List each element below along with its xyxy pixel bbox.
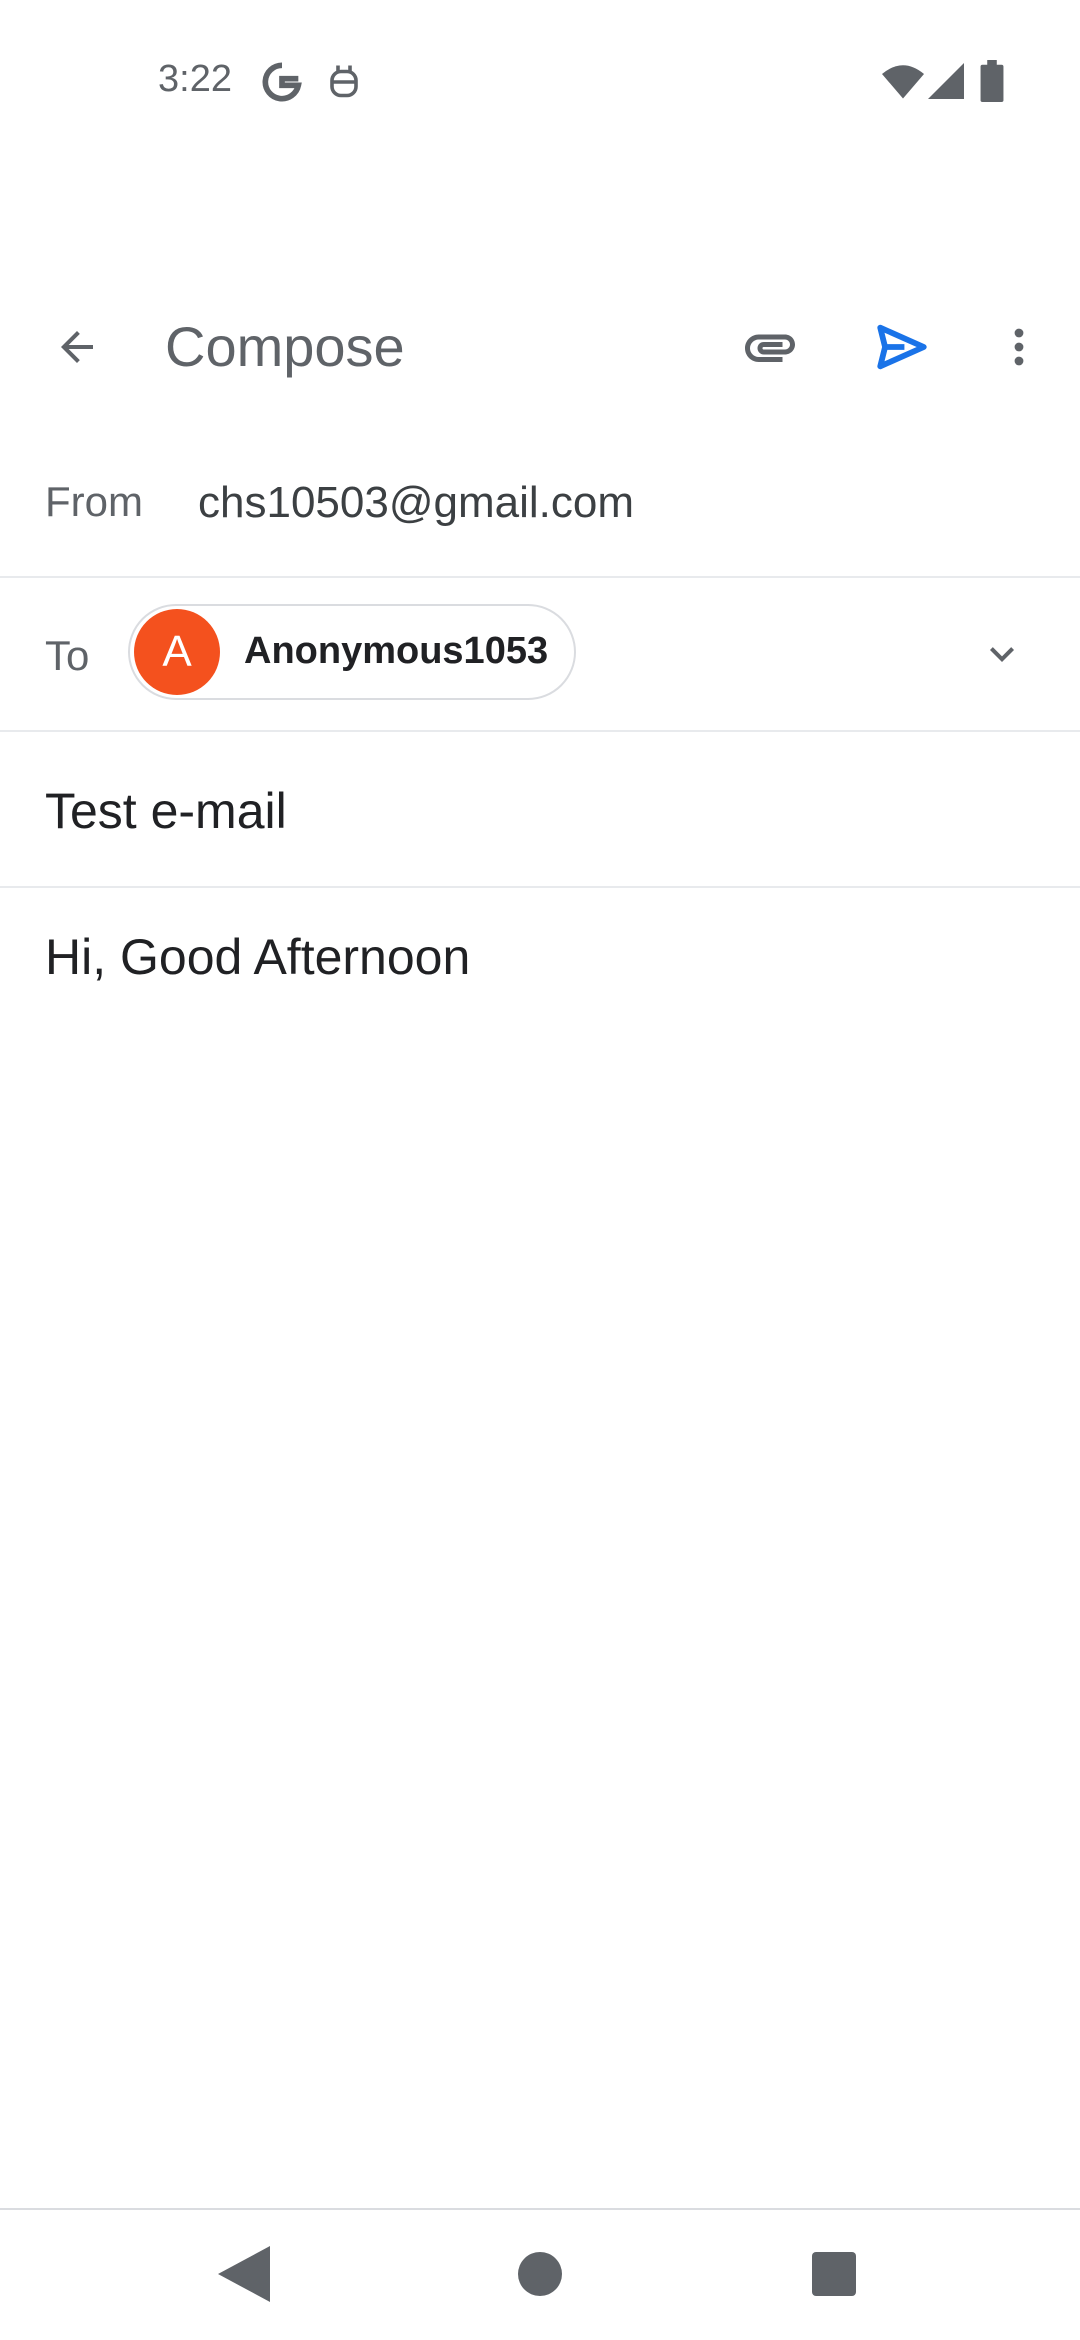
- screen: 3:22 Compose From chs10503@gmail.com To …: [0, 0, 1080, 2340]
- send-icon: [877, 324, 927, 370]
- to-row[interactable]: To A Anonymous1053: [0, 578, 1080, 732]
- body-field[interactable]: Hi, Good Afternoon: [45, 928, 470, 986]
- back-button[interactable]: [40, 310, 114, 384]
- from-account[interactable]: chs10503@gmail.com: [198, 478, 634, 528]
- attach-button[interactable]: [730, 310, 810, 384]
- app-bar: Compose: [0, 280, 1080, 410]
- from-label: From: [45, 478, 143, 525]
- more-vert-icon: [1014, 328, 1024, 366]
- wifi-icon: [882, 65, 924, 99]
- from-row[interactable]: From chs10503@gmail.com: [0, 440, 1080, 578]
- nav-home-icon[interactable]: [518, 2252, 562, 2296]
- nav-back-icon[interactable]: [218, 2246, 270, 2302]
- send-button[interactable]: [862, 310, 942, 384]
- recipient-chip[interactable]: A Anonymous1053: [128, 604, 576, 700]
- to-label: To: [45, 632, 90, 679]
- battery-icon: [980, 60, 1004, 102]
- subject-row[interactable]: Test e-mail: [0, 732, 1080, 888]
- nav-recents-icon[interactable]: [812, 2252, 856, 2296]
- page-title: Compose: [165, 315, 405, 378]
- recipient-name: Anonymous1053: [244, 630, 549, 672]
- cell-signal-icon: [928, 63, 964, 99]
- more-options-button[interactable]: [982, 310, 1056, 384]
- status-time: 3:22: [158, 58, 232, 100]
- robot-icon: [330, 65, 358, 98]
- google-g-icon: [262, 62, 302, 102]
- subject-field[interactable]: Test e-mail: [45, 782, 287, 840]
- chevron-down-icon: [990, 647, 1014, 662]
- nav-divider: [0, 2208, 1080, 2210]
- expand-recipients-button[interactable]: [970, 622, 1034, 686]
- avatar: A: [134, 609, 220, 695]
- status-bar: 3:22: [0, 0, 1080, 170]
- attachment-icon: [745, 334, 795, 362]
- back-arrow-icon: [61, 331, 93, 363]
